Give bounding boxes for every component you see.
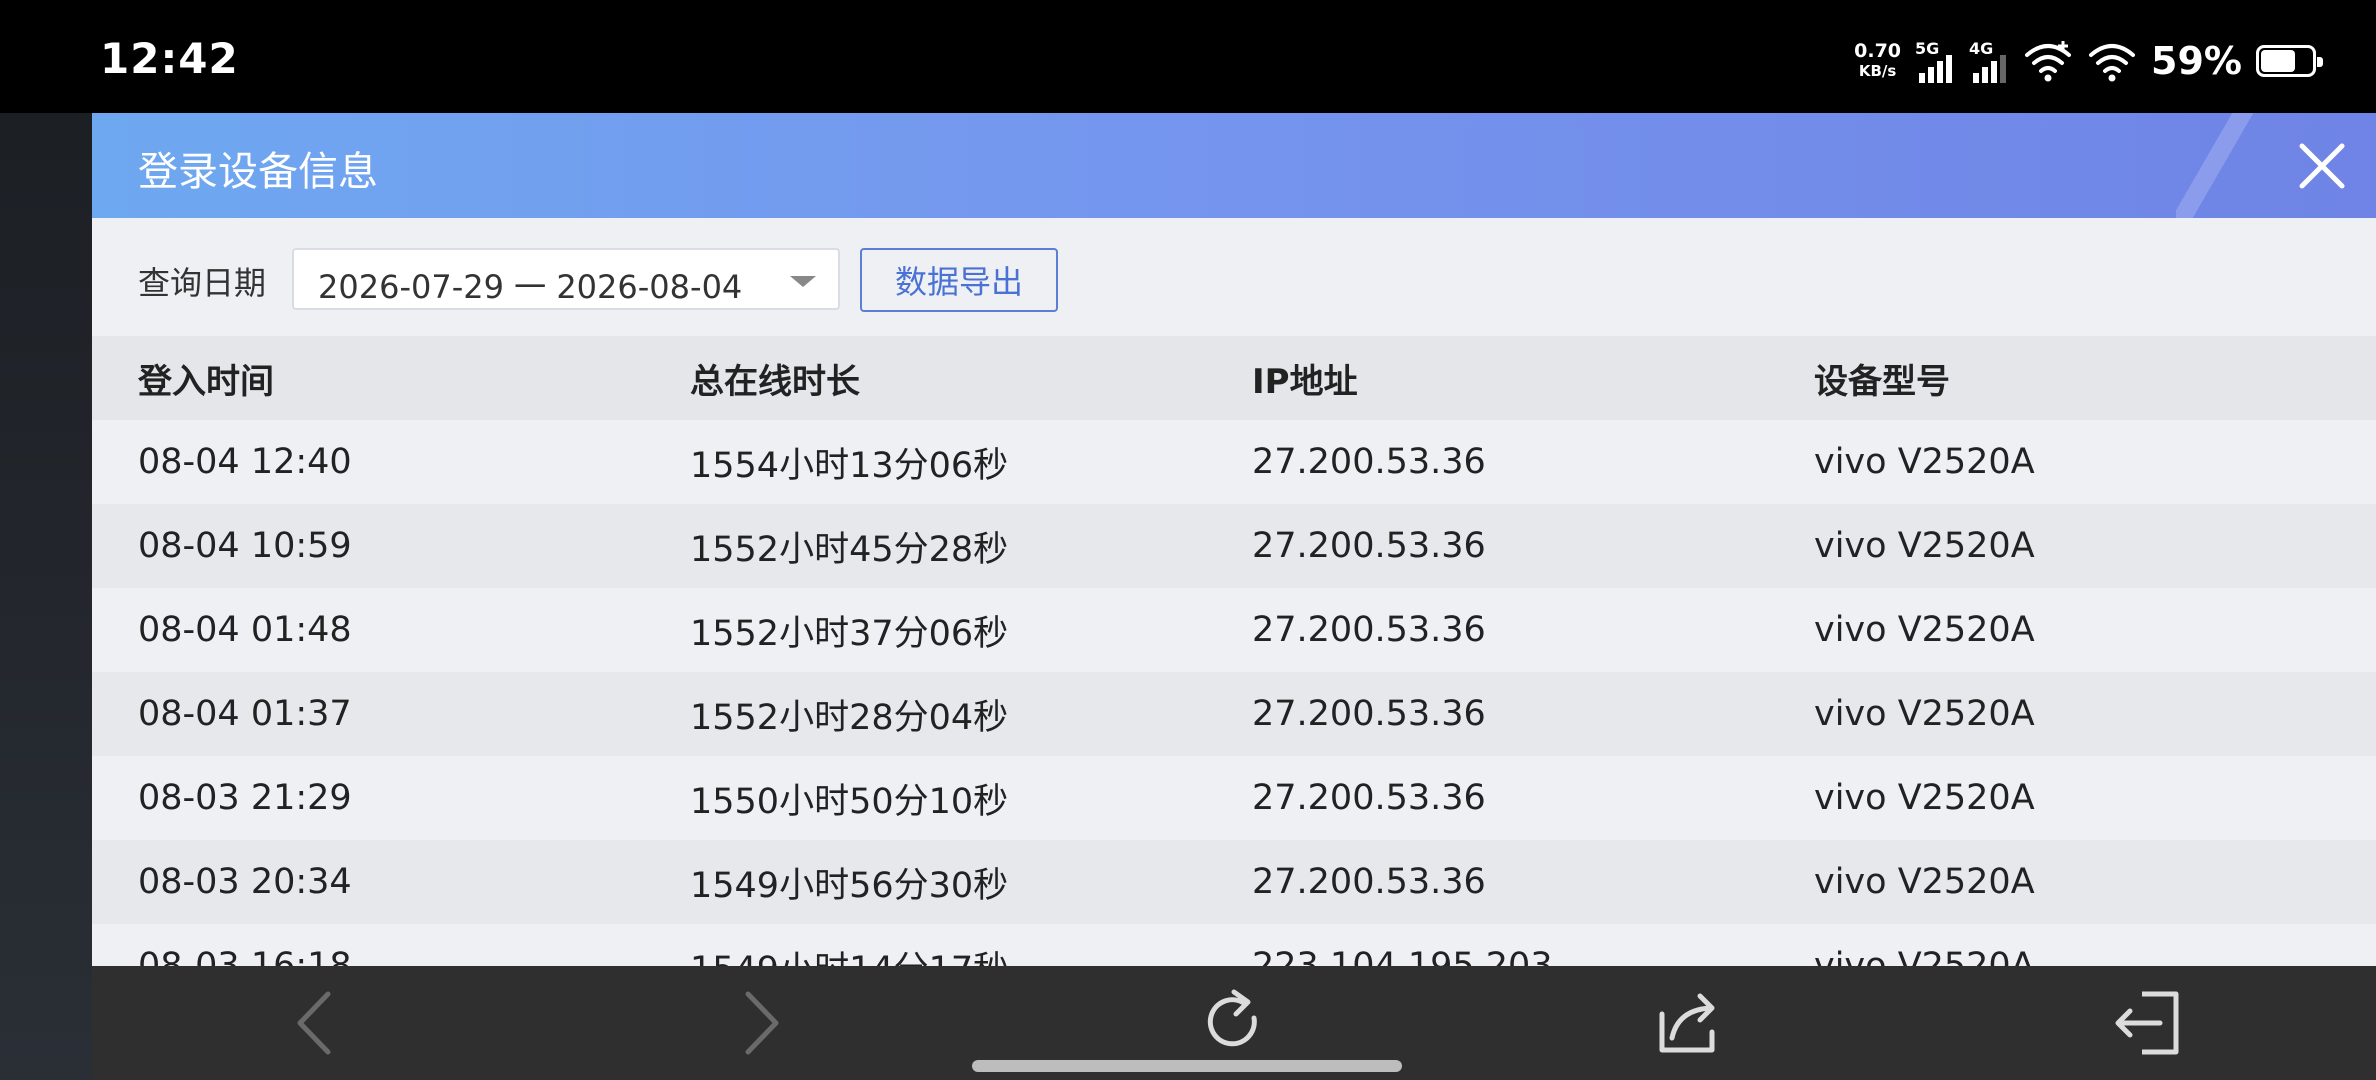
date-range-value: 2026-07-29 一 2026-08-04 bbox=[318, 268, 743, 306]
date-range-picker[interactable]: 2026-07-29 一 2026-08-04 bbox=[292, 248, 840, 310]
screen: 12:42 0.70 KB/s 5G 4G 59% 登录设备信息 查询日期 20… bbox=[0, 0, 2376, 1080]
cell-ip-address: 27.200.53.36 bbox=[1252, 778, 1486, 818]
exit-icon[interactable] bbox=[2112, 988, 2182, 1058]
cell-device-model: vivo V2520A bbox=[1814, 442, 2035, 482]
cell-online-duration: 1550小时50分10秒 bbox=[690, 781, 1009, 822]
cell-device-model: vivo V2520A bbox=[1814, 946, 2035, 966]
status-time: 12:42 bbox=[100, 34, 239, 83]
modal-title: 登录设备信息 bbox=[138, 149, 378, 195]
cell-login-time: 08-04 10:59 bbox=[138, 526, 352, 566]
network-speed: 0.70 KB/s bbox=[1854, 41, 1901, 81]
table-row: 08-03 21:29 1550小时50分10秒 27.200.53.36 vi… bbox=[92, 756, 2376, 840]
device-login-modal: 登录设备信息 查询日期 2026-07-29 一 2026-08-04 数据导出… bbox=[92, 113, 2376, 966]
table-row: 08-04 10:59 1552小时45分28秒 27.200.53.36 vi… bbox=[92, 504, 2376, 588]
cell-login-time: 08-04 12:40 bbox=[138, 442, 352, 482]
cell-login-time: 08-04 01:48 bbox=[138, 610, 352, 650]
table-row: 08-03 16:18 1549小时14分17秒 223.104.195.203… bbox=[92, 924, 2376, 966]
cell-online-duration: 1549小时56分30秒 bbox=[690, 865, 1009, 906]
cell-device-model: vivo V2520A bbox=[1814, 778, 2035, 818]
status-bar: 12:42 0.70 KB/s 5G 4G 59% bbox=[0, 0, 2376, 113]
wifi-icon bbox=[2089, 44, 2136, 82]
query-toolbar: 查询日期 2026-07-29 一 2026-08-04 数据导出 bbox=[92, 218, 2376, 336]
cell-online-duration: 1549小时14分17秒 bbox=[690, 941, 1008, 967]
cell-login-time: 08-03 20:34 bbox=[138, 862, 352, 902]
status-indicators: 0.70 KB/s 5G 4G 59% bbox=[1854, 36, 2323, 86]
home-indicator[interactable] bbox=[972, 1060, 1402, 1072]
table-row: 08-04 12:40 1554小时13分06秒 27.200.53.36 vi… bbox=[92, 420, 2376, 504]
cell-device-model: vivo V2520A bbox=[1814, 862, 2035, 902]
header-decoration bbox=[2176, 113, 2256, 218]
date-label: 查询日期 bbox=[138, 264, 267, 302]
cell-online-duration: 1552小时28分04秒 bbox=[690, 697, 1009, 738]
cell-device-model: vivo V2520A bbox=[1814, 694, 2035, 734]
table-row: 08-04 01:48 1552小时37分06秒 27.200.53.36 vi… bbox=[92, 588, 2376, 672]
cell-login-time: 08-03 16:18 bbox=[138, 946, 352, 966]
share-icon[interactable] bbox=[1654, 988, 1724, 1058]
background-page-edge bbox=[0, 113, 92, 1080]
cell-device-model: vivo V2520A bbox=[1814, 526, 2035, 566]
column-header-ip-address: IP地址 bbox=[1252, 361, 1358, 402]
cell-ip-address: 27.200.53.36 bbox=[1252, 442, 1486, 482]
column-header-device-model: 设备型号 bbox=[1814, 361, 1950, 402]
refresh-icon[interactable] bbox=[1198, 988, 1268, 1058]
sim1-signal-icon: 5G bbox=[1915, 39, 1955, 83]
cell-ip-address: 27.200.53.36 bbox=[1252, 862, 1486, 902]
sim2-signal-icon: 4G bbox=[1969, 39, 2009, 83]
cell-device-model: vivo V2520A bbox=[1814, 610, 2035, 650]
cell-online-duration: 1554小时13分06秒 bbox=[690, 445, 1009, 486]
table-row: 08-04 01:37 1552小时28分04秒 27.200.53.36 vi… bbox=[92, 672, 2376, 756]
browser-nav-bar bbox=[92, 966, 2376, 1080]
login-records-table: 登入时间 总在线时长 IP地址 设备型号 08-04 12:40 1554小时1… bbox=[92, 336, 2376, 966]
cell-ip-address: 27.200.53.36 bbox=[1252, 610, 1486, 650]
table-row: 08-03 20:34 1549小时56分30秒 27.200.53.36 vi… bbox=[92, 840, 2376, 924]
network-speed-unit: KB/s bbox=[1858, 62, 1897, 80]
table-header: 登入时间 总在线时长 IP地址 设备型号 bbox=[92, 336, 2376, 420]
cell-login-time: 08-03 21:29 bbox=[138, 778, 352, 818]
column-header-online-duration: 总在线时长 bbox=[690, 361, 860, 402]
battery-icon bbox=[2256, 45, 2323, 77]
modal-header: 登录设备信息 bbox=[92, 113, 2376, 218]
chevron-left-icon[interactable] bbox=[284, 988, 354, 1058]
cell-online-duration: 1552小时45分28秒 bbox=[690, 529, 1009, 570]
cell-login-time: 08-04 01:37 bbox=[138, 694, 352, 734]
export-data-button[interactable]: 数据导出 bbox=[860, 248, 1058, 312]
column-header-login-time: 登入时间 bbox=[138, 361, 274, 402]
cell-online-duration: 1552小时37分06秒 bbox=[690, 613, 1009, 654]
caret-down-icon bbox=[790, 276, 816, 287]
cell-ip-address: 27.200.53.36 bbox=[1252, 694, 1486, 734]
chevron-right-icon[interactable] bbox=[722, 988, 792, 1058]
wifi-plus-icon bbox=[2025, 41, 2072, 82]
network-speed-value: 0.70 bbox=[1854, 40, 1902, 62]
battery-percent: 59% bbox=[2151, 39, 2242, 83]
cell-ip-address: 27.200.53.36 bbox=[1252, 526, 1486, 566]
cell-ip-address: 223.104.195.203 bbox=[1252, 946, 1553, 966]
close-icon[interactable] bbox=[2294, 138, 2350, 194]
